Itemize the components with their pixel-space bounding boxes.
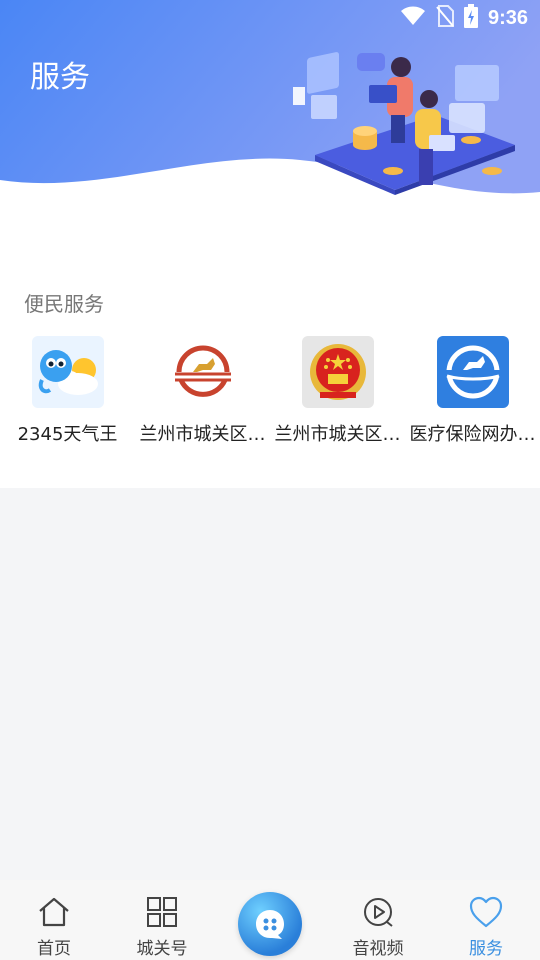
office-illustration xyxy=(293,52,515,195)
service-item-chengguan-2[interactable]: 兰州市城关区… xyxy=(270,336,405,446)
service-item-chengguan-1[interactable]: 兰州市城关区… xyxy=(135,336,270,446)
nav-item-audio-video[interactable]: 音视频 xyxy=(324,880,432,960)
home-icon xyxy=(36,894,72,930)
medical-insurance-icon xyxy=(436,336,509,408)
wifi-icon xyxy=(400,6,426,30)
nav-label: 音视频 xyxy=(352,939,404,959)
service-list: 2345天气王 兰州市城关区… 兰州市城关区… 医疗保险网办… xyxy=(0,336,540,446)
nav-label: 首页 xyxy=(37,939,71,959)
service-label: 2345天气王 xyxy=(17,424,118,445)
chat-bubble-icon xyxy=(238,892,302,956)
nav-item-service[interactable]: 服务 xyxy=(432,880,540,960)
status-time: 9:36 xyxy=(487,6,528,29)
grid-icon xyxy=(144,894,180,930)
service-item-medical-insurance[interactable]: 医疗保险网办… xyxy=(405,336,540,446)
battery-charging-icon xyxy=(463,4,478,32)
service-item-weather[interactable]: 2345天气王 xyxy=(0,336,135,446)
heart-icon xyxy=(468,894,504,930)
header: 9:36 服务 xyxy=(0,0,540,250)
nav-item-home[interactable]: 首页 xyxy=(0,880,108,960)
convenience-services-card: 便民服务 2345天气王 兰州市城关区… 兰州市城关区… 医疗保险网办… xyxy=(0,250,540,488)
nav-label: 城关号 xyxy=(136,939,188,959)
nav-item-chengguan-hao[interactable]: 城关号 xyxy=(108,880,216,960)
nav-item-center[interactable] xyxy=(216,880,324,960)
service-label: 兰州市城关区… xyxy=(139,424,266,445)
page-title: 服务 xyxy=(30,60,90,95)
service-label: 兰州市城关区… xyxy=(274,424,401,445)
nav-label: 服务 xyxy=(469,939,503,959)
play-icon xyxy=(360,894,396,930)
weather-app-icon xyxy=(31,336,104,408)
no-sim-icon xyxy=(436,5,454,31)
bottom-nav: 首页 城关号 音视频 服务 xyxy=(0,880,540,960)
service-label: 医疗保险网办… xyxy=(409,424,536,445)
national-emblem-icon xyxy=(301,336,374,408)
horse-logo-icon xyxy=(166,336,239,408)
status-bar: 9:36 xyxy=(0,0,540,36)
section-title: 便民服务 xyxy=(24,292,104,316)
